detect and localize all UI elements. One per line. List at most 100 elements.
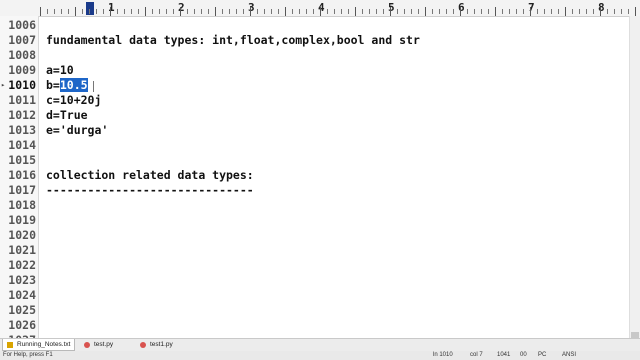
ruler-tick (593, 9, 594, 14)
line-number: 1020 (8, 228, 36, 242)
ruler-tick (439, 9, 440, 14)
line-number: 1008 (8, 48, 36, 62)
line-number: 1006 (8, 18, 36, 32)
tab-label: Running_Notes.txt (17, 341, 71, 348)
ruler-tick (306, 9, 307, 14)
ruler-tick (124, 9, 125, 14)
ruler-tick (166, 9, 167, 14)
ruler-tick (229, 9, 230, 14)
ruler-number: 5 (388, 1, 395, 14)
ruler-tick (61, 9, 62, 14)
ruler-tick (201, 9, 202, 14)
ruler-tick (159, 9, 160, 14)
ruler-tick (103, 9, 104, 14)
ruler-tick (453, 9, 454, 14)
ruler-tick (236, 9, 237, 14)
ruler-number: 6 (458, 1, 465, 14)
ruler-tick (481, 9, 482, 14)
tab-test1-py[interactable]: test1.py (136, 339, 177, 350)
ruler-number: 8 (598, 1, 605, 14)
tab-test-py[interactable]: test.py (80, 339, 117, 350)
line-number: 1015 (8, 153, 36, 167)
code-text: b=10.5 (46, 78, 88, 93)
ruler-tick (509, 9, 510, 14)
ruler-tick (537, 9, 538, 14)
ruler-tick (411, 9, 412, 14)
status-value: 00 (520, 352, 527, 358)
status-encoding: ANSI (562, 352, 577, 358)
ruler-tick (425, 7, 426, 16)
status-line-ending: PC (538, 352, 547, 358)
ruler-tick (628, 9, 629, 14)
ruler-tick (257, 9, 258, 14)
ruler-tick (383, 9, 384, 14)
line-number: 1021 (8, 243, 36, 257)
ruler-tick (516, 9, 517, 14)
document-tab-bar: Running_Notes.txt test.py test1.py (0, 338, 640, 351)
ruler-tick (607, 9, 608, 14)
ruler-tick (572, 9, 573, 14)
ruler-tick (558, 9, 559, 14)
ruler-tick (152, 9, 153, 14)
ruler-tick (446, 9, 447, 14)
ruler-number: 4 (318, 1, 325, 14)
ruler-tick (320, 7, 321, 16)
tab-label: test.py (94, 341, 114, 348)
line-number: 1025 (8, 303, 36, 317)
ruler-tick (369, 9, 370, 14)
ruler-tick (523, 9, 524, 14)
ruler-tick (96, 9, 97, 14)
ruler-tick (390, 7, 391, 16)
line-number: 1024 (8, 288, 36, 302)
line-number: 1012 (8, 108, 36, 122)
ruler-tick (131, 9, 132, 14)
ruler-tick (222, 9, 223, 14)
ruler-number: 2 (178, 1, 185, 14)
code-segment: e='durga' (46, 123, 109, 137)
ruler-tick (502, 9, 503, 14)
text-file-icon (7, 342, 13, 348)
ruler-tick (474, 9, 475, 14)
ruler-tick (313, 9, 314, 14)
ruler-tick (362, 9, 363, 14)
ruler-tick (614, 9, 615, 14)
ruler-tick (376, 9, 377, 14)
code-text: d=True (46, 108, 88, 123)
ruler-tick (89, 9, 90, 14)
ruler-tick (565, 7, 566, 16)
ruler-number: 7 (528, 1, 535, 14)
ruler-tick (285, 7, 286, 16)
ruler-tick (355, 7, 356, 16)
tab-running-notes[interactable]: Running_Notes.txt (2, 339, 76, 351)
status-help-text: For Help, press F1 (3, 352, 53, 358)
tab-label: test1.py (150, 341, 173, 348)
text-cursor-ibeam (93, 81, 94, 92)
code-text: e='durga' (46, 123, 108, 138)
line-number: 1010 (8, 78, 36, 92)
ruler-tick (271, 9, 272, 14)
ruler-tick (579, 9, 580, 14)
line-number: 1023 (8, 273, 36, 287)
status-column: col 7 (470, 352, 483, 358)
line-number: 1026 (8, 318, 36, 332)
ruler-tick (180, 7, 181, 16)
ruler-tick (68, 9, 69, 14)
ruler-tick (397, 9, 398, 14)
ruler-tick (82, 9, 83, 14)
status-position: 1041 (497, 352, 511, 358)
ruler-tick (586, 9, 587, 14)
vertical-scrollbar[interactable] (629, 16, 640, 342)
current-line-arrow-icon: ▸ (1, 81, 6, 89)
ruler-tick (75, 7, 76, 16)
ruler-tick (47, 9, 48, 14)
ruler-tick (432, 9, 433, 14)
ruler-tick (194, 9, 195, 14)
code-segment: ------------------------------ (46, 183, 254, 197)
ruler-tick (110, 7, 111, 16)
line-number: 1009 (8, 63, 36, 77)
line-number: 1022 (8, 258, 36, 272)
status-line: ln 1010 (433, 352, 453, 358)
ruler-tick (145, 7, 146, 16)
ruler-tick (299, 9, 300, 14)
ruler-tick (215, 7, 216, 16)
